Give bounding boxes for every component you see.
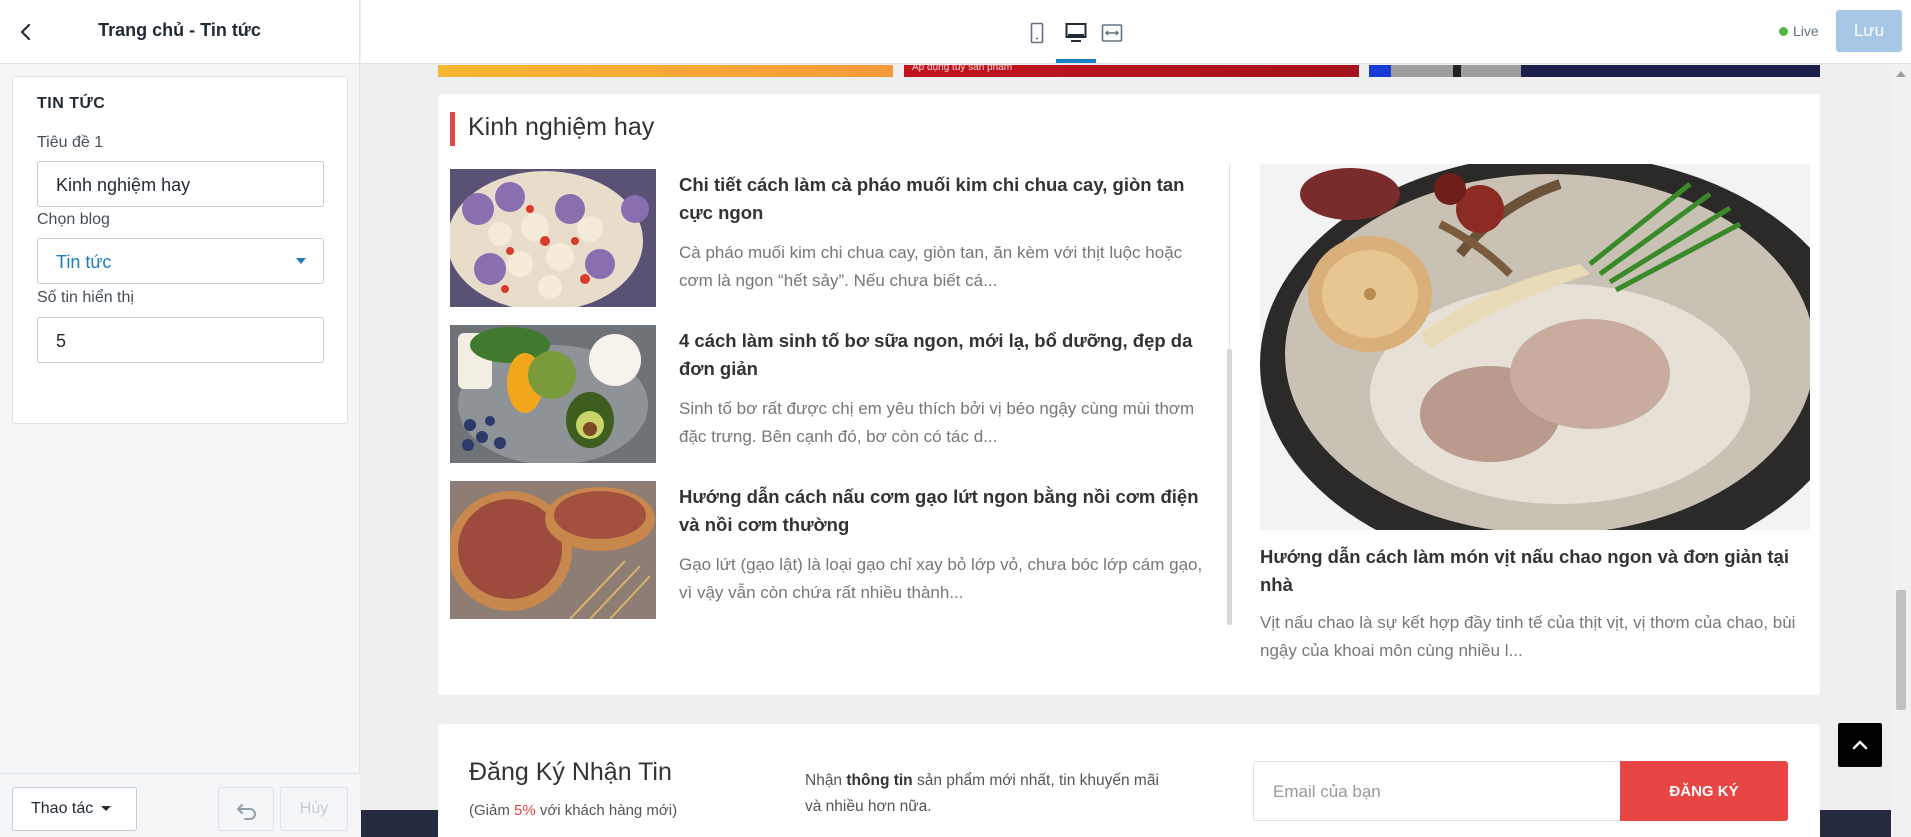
- card-title: TIN TỨC: [37, 95, 106, 112]
- active-device-indicator: [1056, 59, 1096, 63]
- caret-down-icon: [101, 806, 112, 812]
- article-item: Hướng dẫn cách nấu cơm gạo lứt ngon bằng…: [450, 481, 1220, 619]
- blog-field-label: Chọn blog: [37, 211, 110, 228]
- section-accent-bar: [450, 112, 455, 146]
- article-thumbnail[interactable]: [450, 325, 656, 463]
- count-input[interactable]: 5: [37, 317, 324, 363]
- banner-image-2[interactable]: Áp dụng tùy sản phẩm: [904, 65, 1359, 77]
- title-input[interactable]: Kinh nghiệm hay: [37, 161, 324, 207]
- article-excerpt: Sinh tố bơ rất được chị em yêu thích bởi…: [679, 399, 1195, 446]
- settings-footer: Thao tác Hủy: [0, 773, 360, 837]
- newsletter-title: Đăng Ký Nhận Tin: [469, 758, 672, 786]
- article-excerpt: Gạo lứt (gạo lật) là loại gạo chỉ xay bỏ…: [679, 555, 1203, 602]
- article-title[interactable]: 4 cách làm sinh tố bơ sữa ngon, mới lạ, …: [679, 327, 1219, 383]
- preview-scrollbar[interactable]: [1891, 65, 1911, 837]
- blog-select-value: Tin tức: [56, 252, 112, 272]
- live-status: Live: [1779, 23, 1819, 39]
- news-settings-card: TIN TỨC Tiêu đề 1 Kinh nghiệm hay Chọn b…: [12, 76, 348, 424]
- banner-caption: Áp dụng tùy sản phẩm: [912, 65, 1013, 73]
- article-item: Chi tiết cách làm cà pháo muối kim chi c…: [450, 169, 1220, 307]
- fullwidth-icon[interactable]: [1099, 20, 1125, 46]
- theme-preview: Áp dụng tùy sản phẩm Kinh nghiệm hay Chi…: [361, 65, 1891, 837]
- newsletter-subtitle: (Giảm 5% với khách hàng mới): [469, 802, 677, 819]
- scroll-up-arrow-icon[interactable]: [1896, 71, 1906, 77]
- featured-article-excerpt: Vịt nấu chao là sự kết hợp đầy tinh tế c…: [1260, 613, 1796, 660]
- newsletter-desc-bold: thông tin: [846, 772, 913, 789]
- undo-button[interactable]: [218, 787, 274, 831]
- article-thumbnail[interactable]: [450, 481, 656, 619]
- newsletter-subtitle-suffix: với khách hàng mới): [535, 802, 678, 819]
- caret-down-icon: [296, 258, 306, 264]
- blog-select[interactable]: Tin tức: [37, 238, 324, 284]
- article-excerpt: Cà pháo muối kim chi chua cay, giòn tan,…: [679, 243, 1183, 290]
- banner-image-1[interactable]: [438, 65, 893, 77]
- blog-section: Kinh nghiệm hay Chi tiết cách làm cà phá…: [438, 94, 1820, 695]
- email-input[interactable]: Email của bạn: [1253, 761, 1617, 821]
- newsletter-subtitle-prefix: (Giảm: [469, 802, 514, 819]
- scrollbar-thumb[interactable]: [1896, 590, 1906, 710]
- section-title: Kinh nghiệm hay: [468, 113, 655, 141]
- settings-title: Trang chủ - Tin tức: [98, 20, 261, 40]
- back-to-top-button[interactable]: [1838, 723, 1882, 767]
- article-title[interactable]: Chi tiết cách làm cà pháo muối kim chi c…: [679, 171, 1219, 227]
- footer-strip-right: [1820, 810, 1891, 837]
- live-label: Live: [1793, 23, 1819, 39]
- count-field-label: Số tin hiển thị: [37, 289, 134, 306]
- chevron-up-icon: [1852, 740, 1868, 750]
- desktop-icon[interactable]: [1063, 20, 1089, 46]
- list-scrollbar-thumb[interactable]: [1227, 349, 1232, 625]
- cancel-button[interactable]: Hủy: [280, 787, 348, 831]
- editor-topbar: Live Lưu: [361, 0, 1911, 64]
- featured-article-title[interactable]: Hướng dẫn cách làm món vịt nấu chao ngon…: [1260, 543, 1810, 599]
- live-dot-icon: [1779, 27, 1788, 36]
- banner-image-3[interactable]: [1369, 65, 1820, 77]
- newsletter-section: Đăng Ký Nhận Tin (Giảm 5% với khách hàng…: [438, 724, 1820, 837]
- article-thumbnail[interactable]: [450, 169, 656, 307]
- title-field-label: Tiêu đề 1: [37, 134, 104, 151]
- mobile-icon[interactable]: [1024, 20, 1050, 46]
- article-title[interactable]: Hướng dẫn cách nấu cơm gạo lứt ngon bằng…: [679, 483, 1219, 539]
- save-button[interactable]: Lưu: [1836, 10, 1902, 52]
- featured-article-image[interactable]: [1260, 164, 1810, 530]
- settings-header: Trang chủ - Tin tức: [0, 0, 359, 64]
- footer-strip-left: [361, 810, 438, 837]
- actions-label: Thao tác: [31, 800, 94, 817]
- newsletter-desc-prefix: Nhận: [805, 772, 847, 789]
- actions-button[interactable]: Thao tác: [12, 787, 137, 831]
- discount-value: 5%: [514, 802, 536, 819]
- settings-panel: Trang chủ - Tin tức TIN TỨC Tiêu đề 1 Ki…: [0, 0, 360, 837]
- undo-icon: [237, 804, 256, 820]
- newsletter-description: Nhận thông tin sản phẩm mới nhất, tin kh…: [805, 768, 1175, 820]
- subscribe-button[interactable]: ĐĂNG KÝ: [1620, 761, 1788, 821]
- article-item: 4 cách làm sinh tố bơ sữa ngon, mới lạ, …: [450, 325, 1220, 463]
